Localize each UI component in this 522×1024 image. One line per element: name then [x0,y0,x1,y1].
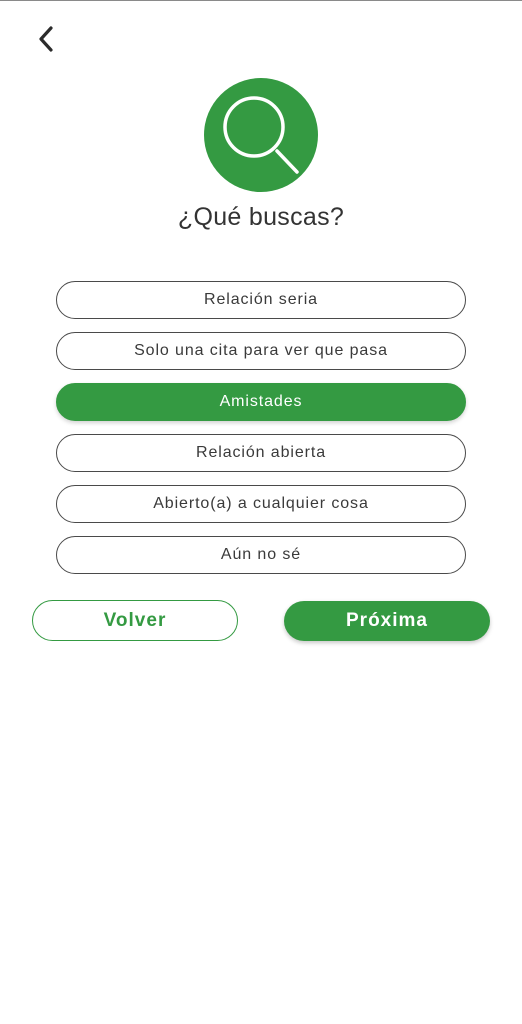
proxima-button[interactable]: Próxima [284,601,490,641]
option-solo-una-cita[interactable]: Solo una cita para ver que pasa [56,332,466,370]
screen: ¿Qué buscas? Relación seria Solo una cit… [0,0,522,1024]
option-amistades[interactable]: Amistades [56,383,466,421]
chevron-left-icon [39,26,53,52]
option-relacion-abierta[interactable]: Relación abierta [56,434,466,472]
search-hero-badge [204,78,318,192]
back-button[interactable] [28,21,64,57]
magnifier-icon [223,96,299,174]
page-title: ¿Qué buscas? [177,203,345,231]
option-relacion-seria[interactable]: Relación seria [56,281,466,319]
volver-button[interactable]: Volver [32,600,238,641]
options-list: Relación seria Solo una cita para ver qu… [56,281,466,587]
option-aun-no-se[interactable]: Aún no sé [56,536,466,574]
option-abierto-a-cualquier-cosa[interactable]: Abierto(a) a cualquier cosa [56,485,466,523]
